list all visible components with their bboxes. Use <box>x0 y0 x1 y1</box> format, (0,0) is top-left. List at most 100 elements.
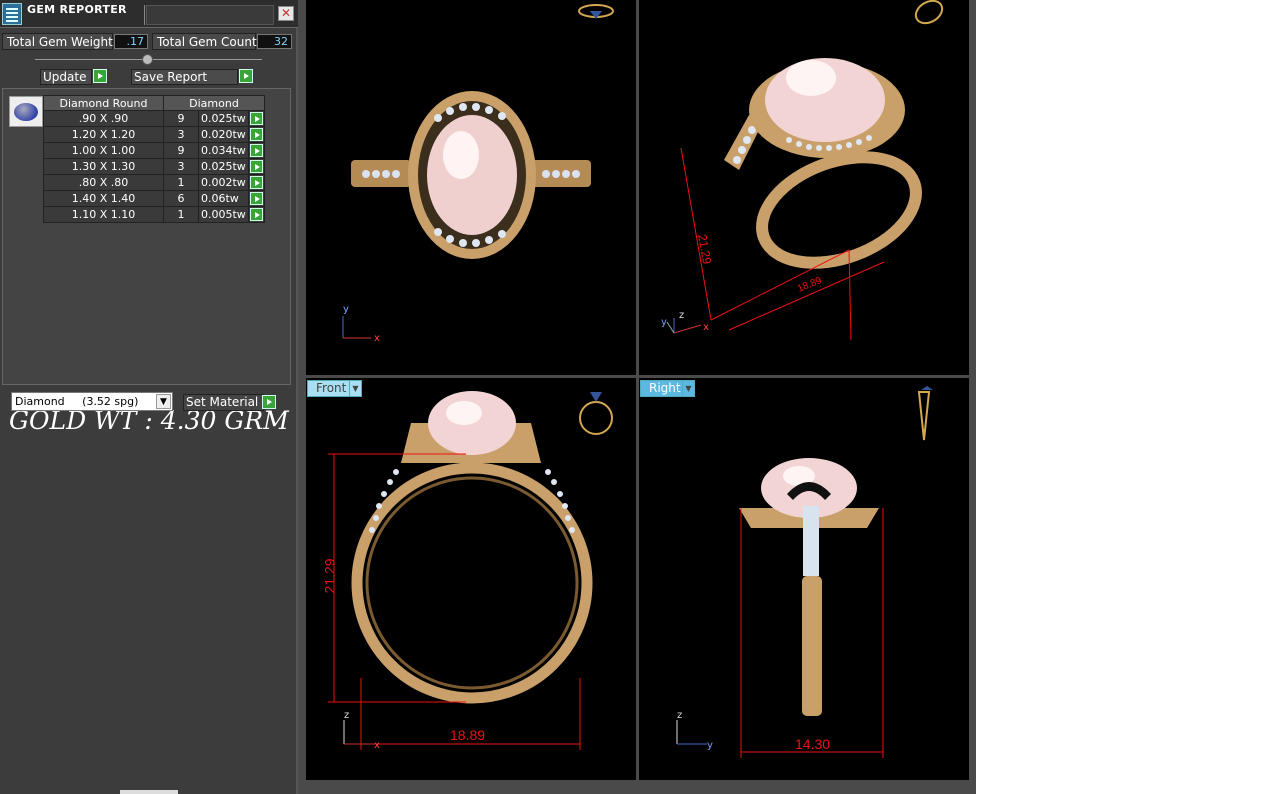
axis-z-label: z <box>344 710 349 721</box>
set-material-go-icon[interactable] <box>262 395 276 409</box>
total-gem-count-label: Total Gem Count <box>152 33 257 50</box>
row-go-icon[interactable] <box>250 112 263 125</box>
title-separator <box>144 5 145 25</box>
gem-size-cell: 1.20 X 1.20 <box>43 126 164 143</box>
row-go-icon[interactable] <box>250 160 263 173</box>
ring-front-view <box>351 391 593 704</box>
row-go-icon[interactable] <box>250 176 263 189</box>
gem-weight-cell: 0.025tw <box>198 110 249 127</box>
gem-size-cell: .80 X .80 <box>43 174 164 191</box>
right-dim-width: 14.30 <box>795 736 831 752</box>
table-row[interactable]: 1.40 X 1.40 6 0.06tw <box>43 190 265 207</box>
axis-indicator: z y <box>676 710 713 751</box>
gem-weight-cell: 0.005tw <box>198 206 249 223</box>
gem-reporter-app: GEM REPORTER ✕ Total Gem Weight .17 Tota… <box>0 0 976 794</box>
gem-count-cell: 3 <box>163 158 199 175</box>
axis-y-label: y <box>661 317 667 328</box>
gem-thumbnail-icon[interactable] <box>9 96 43 127</box>
gem-row-action[interactable] <box>248 110 265 127</box>
gem-size-cell: .90 X .90 <box>43 110 164 127</box>
material-select[interactable]: Diamond (3.52 spg) ▼ <box>11 392 173 411</box>
update-go-icon[interactable] <box>93 69 107 83</box>
ring-perspective <box>724 58 922 269</box>
gem-count-cell: 1 <box>163 174 199 191</box>
nav-cube-icon <box>578 4 614 19</box>
gem-row-action[interactable] <box>248 126 265 143</box>
viewport-top[interactable]: y x <box>306 0 636 375</box>
total-gem-count-value: 32 <box>257 34 292 49</box>
total-gem-weight-value: .17 <box>114 34 148 49</box>
chevron-down-icon[interactable]: ▼ <box>156 394 171 409</box>
gem-size-cell: 1.00 X 1.00 <box>43 142 164 159</box>
table-row[interactable]: 1.00 X 1.00 9 0.034tw <box>43 142 265 159</box>
axis-indicator: y x <box>342 304 380 344</box>
axis-x-label: x <box>703 322 709 333</box>
axis-y-label: y <box>707 740 713 751</box>
col-header-material: Diamond <box>163 95 265 111</box>
set-material-button[interactable]: Set Material <box>183 394 264 411</box>
front-dim-width: 18.89 <box>450 727 486 743</box>
col-header-shape: Diamond Round <box>43 95 164 111</box>
title-filler <box>146 5 274 25</box>
table-row[interactable]: .90 X .90 9 0.025tw <box>43 110 265 127</box>
gem-weight-cell: 0.034tw <box>198 142 249 159</box>
splitter-handle[interactable] <box>142 54 153 65</box>
nav-pendant-icon <box>917 386 933 441</box>
row-go-icon[interactable] <box>250 192 263 205</box>
title-bar: GEM REPORTER ✕ <box>0 0 298 28</box>
update-button[interactable]: Update <box>40 69 92 85</box>
gem-row-action[interactable] <box>248 142 265 159</box>
material-select-value: Diamond (3.52 spg) <box>15 395 139 408</box>
row-go-icon[interactable] <box>250 208 263 221</box>
viewport-perspective[interactable]: 21.29 18.89 z y x <box>639 0 969 375</box>
axis-z-label: z <box>677 710 682 721</box>
gem-count-cell: 6 <box>163 190 199 207</box>
gem-weight-cell: 0.002tw <box>198 174 249 191</box>
panel-title: GEM REPORTER <box>27 3 127 16</box>
gem-weight-cell: 0.020tw <box>198 126 249 143</box>
save-report-button[interactable]: Save Report <box>131 69 238 85</box>
ring-top-view <box>351 91 591 259</box>
gem-weight-cell: 0.025tw <box>198 158 249 175</box>
gem-row-action[interactable] <box>248 190 265 207</box>
gem-reporter-panel: GEM REPORTER ✕ Total Gem Weight .17 Tota… <box>0 0 298 794</box>
viewport-right[interactable]: Right ▼ z y 14.30 <box>639 378 969 780</box>
axis-indicator: z x <box>343 710 380 751</box>
gem-row-action[interactable] <box>248 174 265 191</box>
gem-weight-cell: 0.06tw <box>198 190 249 207</box>
row-go-icon[interactable] <box>250 128 263 141</box>
gem-count-cell: 3 <box>163 126 199 143</box>
app-icon <box>2 3 22 25</box>
ring-right-view <box>739 458 879 716</box>
gem-count-cell: 1 <box>163 206 199 223</box>
viewport-front[interactable]: Front ▼ z x 21.29 18.89 <box>306 378 636 780</box>
perspective-dim-width: 18.89 <box>796 275 824 295</box>
axis-indicator: z y x <box>661 310 709 334</box>
close-button[interactable]: ✕ <box>278 6 294 21</box>
row-go-icon[interactable] <box>250 144 263 157</box>
axis-z-label: z <box>679 310 684 321</box>
table-row[interactable]: .80 X .80 1 0.002tw <box>43 174 265 191</box>
nav-ring-icon <box>579 392 613 435</box>
perspective-dim-height: 21.29 <box>695 233 714 265</box>
nav-ring-icon <box>914 0 944 25</box>
bottom-tab[interactable] <box>120 790 178 794</box>
gem-row-action[interactable] <box>248 158 265 175</box>
gem-table: Diamond Round Diamond .90 X .90 9 0.025tw 1… <box>43 95 265 223</box>
gem-size-cell: 1.10 X 1.10 <box>43 206 164 223</box>
gem-count-cell: 9 <box>163 142 199 159</box>
save-report-go-icon[interactable] <box>239 69 253 83</box>
front-dim-height: 21.29 <box>321 558 338 594</box>
table-row[interactable]: 1.30 X 1.30 3 0.025tw <box>43 158 265 175</box>
gem-row-action[interactable] <box>248 206 265 223</box>
total-gem-weight-label: Total Gem Weight <box>2 33 113 50</box>
gem-size-cell: 1.40 X 1.40 <box>43 190 164 207</box>
table-row[interactable]: 1.20 X 1.20 3 0.020tw <box>43 126 265 143</box>
gem-count-cell: 9 <box>163 110 199 127</box>
gem-table-area: Diamond Round Diamond .90 X .90 9 0.025tw 1… <box>2 88 291 435</box>
gem-size-cell: 1.30 X 1.30 <box>43 158 164 175</box>
table-row[interactable]: 1.10 X 1.10 1 0.005tw <box>43 206 265 223</box>
axis-x-label: x <box>374 740 380 751</box>
axis-y-label: y <box>343 304 349 315</box>
axis-x-label: x <box>374 333 380 344</box>
